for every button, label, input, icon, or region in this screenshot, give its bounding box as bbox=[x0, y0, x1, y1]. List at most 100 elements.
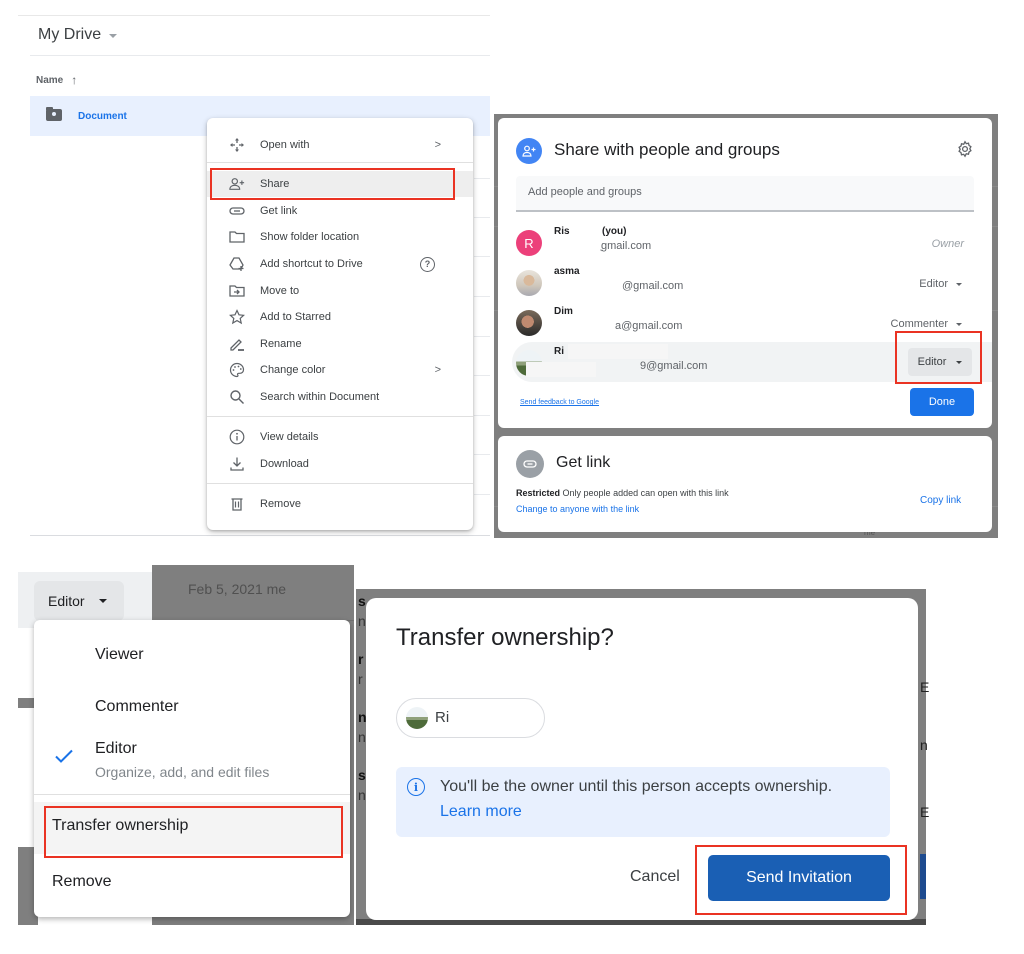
drive-shortcut-icon bbox=[229, 256, 245, 272]
add-people-field[interactable] bbox=[516, 176, 974, 212]
avatar bbox=[516, 270, 542, 296]
divider bbox=[207, 416, 473, 417]
menu-item-label: View details bbox=[260, 431, 319, 443]
search-icon bbox=[229, 389, 245, 405]
highlight-box-share bbox=[210, 168, 455, 200]
role-dropdown[interactable]: Editor bbox=[919, 278, 962, 290]
menu-item-search-within[interactable]: Search within Document bbox=[207, 384, 473, 410]
menu-item-label: Move to bbox=[260, 285, 300, 297]
caret-down-icon bbox=[109, 34, 118, 38]
menu-item-label: Add to Starred bbox=[260, 311, 331, 323]
gear-icon[interactable] bbox=[956, 140, 974, 158]
divider bbox=[30, 535, 490, 536]
download-icon bbox=[229, 456, 245, 472]
restricted-description: Only people added can open with this lin… bbox=[562, 488, 729, 498]
palette-icon bbox=[229, 362, 245, 378]
caret-down-icon bbox=[956, 282, 962, 286]
role-option-label: Commenter bbox=[95, 698, 179, 715]
menu-item-add-to-starred[interactable]: Add to Starred bbox=[207, 304, 473, 330]
person-email: 9@gmail.com bbox=[640, 360, 708, 372]
menu-item-label: Show folder location bbox=[260, 231, 360, 243]
my-drive-dropdown[interactable]: My Drive bbox=[38, 26, 118, 44]
role-label: Editor bbox=[919, 278, 948, 290]
avatar bbox=[406, 707, 428, 729]
menu-item-label: Search within Document bbox=[260, 391, 380, 403]
menu-item-change-color[interactable]: Change color > bbox=[207, 357, 473, 383]
add-people-input[interactable] bbox=[528, 186, 948, 198]
highlight-box-send bbox=[695, 845, 907, 915]
get-link-card: Get link Restricted Only people added ca… bbox=[498, 436, 992, 532]
folder-icon bbox=[229, 229, 245, 245]
name-column-header[interactable]: Name ↑ bbox=[36, 73, 77, 87]
menu-item-label: Get link bbox=[260, 205, 298, 217]
remove-access-option[interactable]: Remove bbox=[52, 873, 112, 891]
person-add-icon bbox=[516, 138, 542, 164]
person-name: Ris bbox=[554, 226, 570, 237]
divider bbox=[474, 454, 490, 455]
background-text-fragment: E bbox=[920, 804, 930, 820]
role-label: Editor bbox=[48, 593, 85, 609]
background-text-fragment: n bbox=[358, 613, 366, 629]
divider bbox=[474, 296, 490, 297]
background-text-fragment: r bbox=[358, 671, 363, 687]
role-dropdown[interactable]: Commenter bbox=[891, 318, 962, 330]
menu-item-label: Change color bbox=[260, 364, 326, 376]
menu-item-remove[interactable]: Remove bbox=[207, 491, 473, 517]
menu-item-show-folder-location[interactable]: Show folder location bbox=[207, 224, 473, 250]
divider bbox=[18, 15, 490, 16]
name-column-label: Name bbox=[36, 74, 64, 86]
person-email: a@gmail.com bbox=[615, 320, 683, 332]
avatar bbox=[516, 310, 542, 336]
role-dropdown-menu: Viewer Commenter Editor Organize, add, a… bbox=[34, 620, 350, 917]
you-label: (you) bbox=[602, 226, 627, 237]
drive-panel: My Drive Name ↑ Document Open with > Sha… bbox=[0, 0, 490, 540]
divider bbox=[474, 494, 490, 495]
divider bbox=[207, 162, 473, 163]
redacted-email bbox=[526, 362, 596, 377]
divider bbox=[474, 256, 490, 257]
highlight-box-role bbox=[895, 331, 982, 384]
divider bbox=[474, 178, 490, 179]
background-text-fragment: E bbox=[920, 679, 930, 695]
change-link-access[interactable]: Change to anyone with the link bbox=[516, 504, 639, 514]
background-text-fragment: n bbox=[358, 787, 366, 803]
background-text-fragment: s bbox=[358, 593, 366, 609]
redacted-name bbox=[568, 344, 668, 359]
recipient-chip: Ri bbox=[396, 698, 545, 738]
learn-more-link[interactable]: Learn more bbox=[440, 803, 522, 821]
chevron-right-icon: > bbox=[434, 139, 441, 151]
link-icon bbox=[229, 203, 245, 219]
info-icon bbox=[229, 429, 245, 445]
file-name[interactable]: Document bbox=[78, 111, 127, 122]
menu-item-download[interactable]: Download bbox=[207, 451, 473, 477]
menu-item-open-with[interactable]: Open with > bbox=[207, 132, 473, 158]
role-dropdown-button[interactable]: Editor bbox=[34, 581, 124, 621]
background-text-fragment: r bbox=[358, 651, 364, 667]
divider bbox=[207, 483, 473, 484]
link-icon bbox=[516, 450, 544, 478]
role-option-editor[interactable]: Editor Organize, add, and edit files bbox=[34, 740, 350, 786]
menu-item-add-shortcut[interactable]: Add shortcut to Drive ? bbox=[207, 251, 473, 277]
menu-item-get-link[interactable]: Get link bbox=[207, 198, 473, 224]
menu-item-label: Add shortcut to Drive bbox=[260, 258, 363, 270]
menu-item-rename[interactable]: Rename bbox=[207, 331, 473, 357]
avatar: R bbox=[516, 230, 542, 256]
role-label: Commenter bbox=[890, 318, 948, 330]
send-feedback-link[interactable]: Send feedback to Google bbox=[520, 399, 599, 406]
background-text-fragment: s bbox=[358, 767, 366, 783]
menu-item-move-to[interactable]: Move to bbox=[207, 278, 473, 304]
sort-ascending-icon[interactable]: ↑ bbox=[71, 73, 77, 87]
dialog-title: Transfer ownership? bbox=[396, 624, 614, 651]
share-panel: me me Share with people and groups R Ris… bbox=[494, 114, 998, 538]
menu-item-view-details[interactable]: View details bbox=[207, 424, 473, 450]
help-icon[interactable]: ? bbox=[420, 256, 435, 272]
role-menu-panel: Feb 5, 2021 me Editor Viewer Commenter E… bbox=[18, 565, 354, 925]
pencil-icon bbox=[229, 336, 245, 352]
modified-date: Feb 5, 2021 me bbox=[188, 581, 287, 597]
person-email: @gmail.com bbox=[622, 280, 684, 292]
copy-link-button[interactable]: Copy link bbox=[920, 495, 961, 506]
get-link-title: Get link bbox=[556, 454, 611, 471]
cancel-button[interactable]: Cancel bbox=[630, 868, 680, 886]
done-button[interactable]: Done bbox=[910, 388, 974, 416]
divider bbox=[30, 55, 490, 56]
